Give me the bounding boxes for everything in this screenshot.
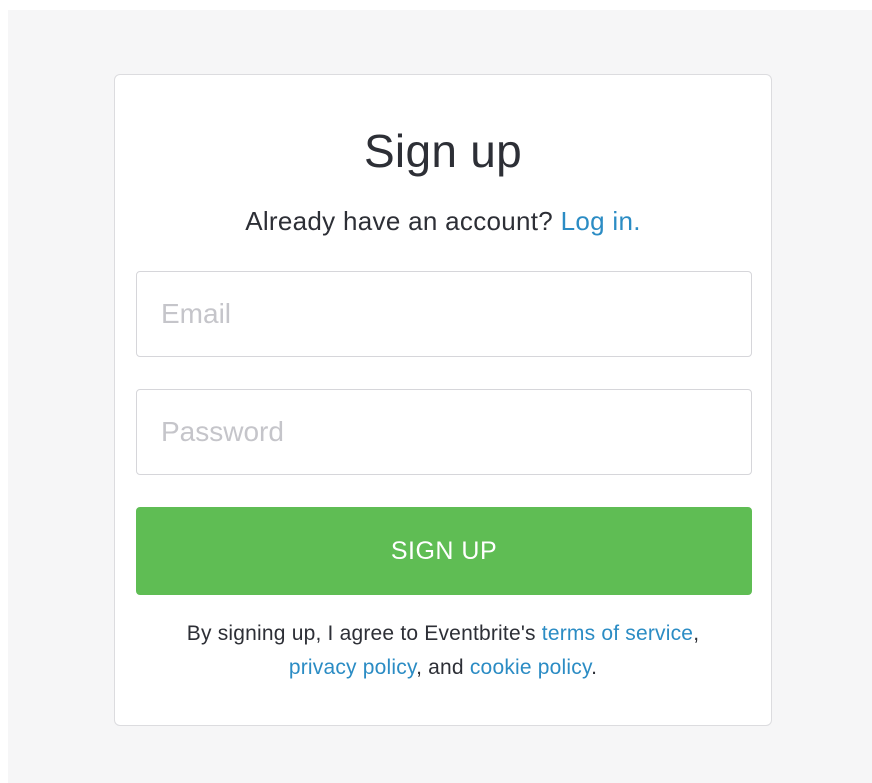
signup-card: Sign up Already have an account? Log in.… — [114, 74, 772, 726]
password-field-wrapper — [136, 389, 752, 475]
signup-button[interactable]: SIGN UP — [136, 507, 752, 595]
login-link[interactable]: Log in. — [561, 206, 641, 236]
password-field[interactable] — [137, 390, 751, 474]
legal-prefix: By signing up, I agree to Eventbrite's — [186, 622, 542, 645]
email-field[interactable] — [137, 272, 751, 356]
privacy-policy-link[interactable]: privacy policy — [289, 656, 416, 679]
page-title: Sign up — [363, 125, 523, 177]
login-prompt-text: Already have an account? — [245, 206, 561, 236]
cookie-policy-link[interactable]: cookie policy — [470, 656, 591, 679]
legal-separator-2: , and — [416, 656, 470, 679]
login-prompt: Already have an account? Log in. — [115, 205, 771, 237]
legal-suffix: . — [591, 656, 598, 679]
terms-of-service-link[interactable]: terms of service — [542, 622, 693, 645]
legal-notice: By signing up, I agree to Eventbrite's t… — [155, 617, 731, 685]
email-field-wrapper — [136, 271, 752, 357]
legal-separator-1: , — [693, 622, 700, 645]
